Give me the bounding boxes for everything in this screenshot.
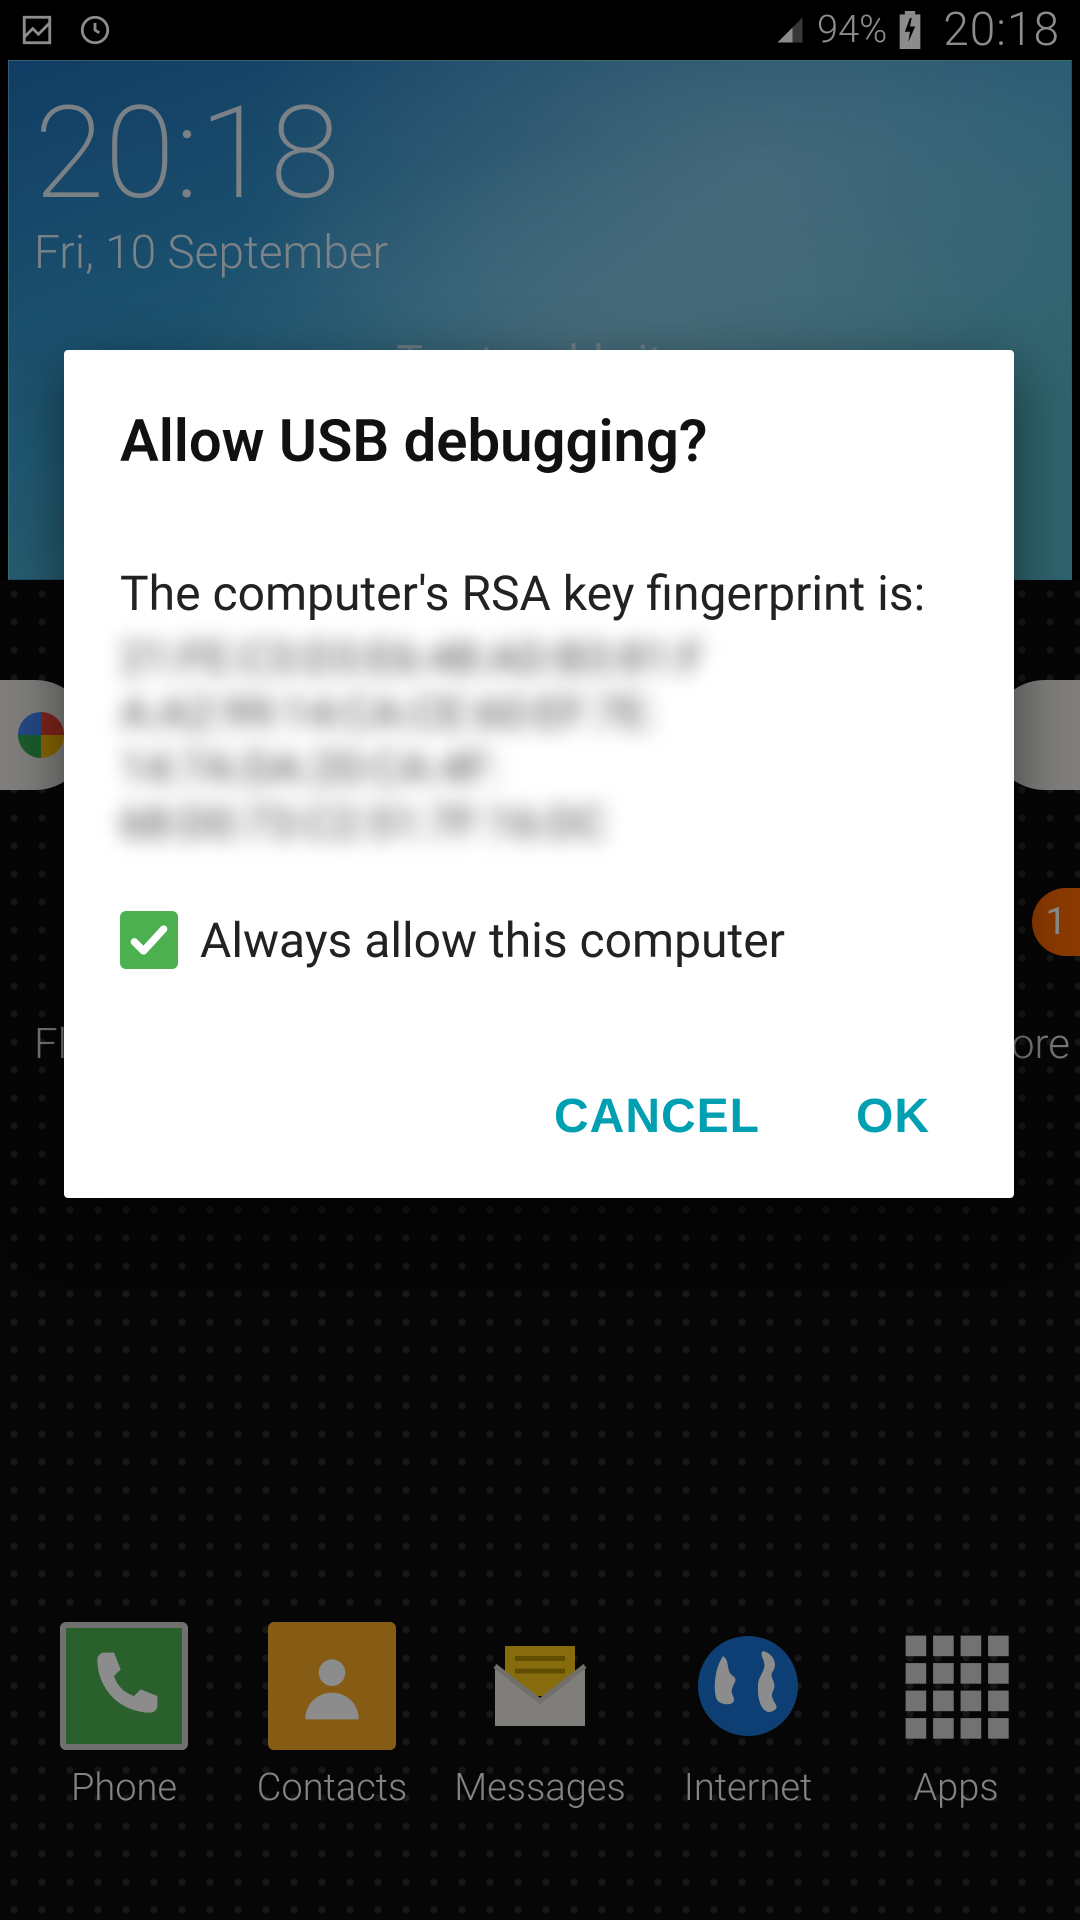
always-allow-row[interactable]: Always allow this computer <box>120 911 958 969</box>
dialog-actions: CANCEL OK <box>120 1079 958 1154</box>
ok-button[interactable]: OK <box>848 1079 938 1154</box>
always-allow-checkbox[interactable] <box>120 911 178 969</box>
rsa-fingerprint: 21:FE:C3:D3:E6:48:AD:B3:81:F A:A2:99:14:… <box>120 631 958 851</box>
always-allow-label: Always allow this computer <box>200 912 785 969</box>
usb-debugging-dialog: Allow USB debugging? The computer's RSA … <box>64 350 1014 1198</box>
dialog-message: The computer's RSA key fingerprint is: <box>120 566 958 621</box>
cancel-button[interactable]: CANCEL <box>546 1079 768 1154</box>
dialog-title: Allow USB debugging? <box>120 408 958 476</box>
